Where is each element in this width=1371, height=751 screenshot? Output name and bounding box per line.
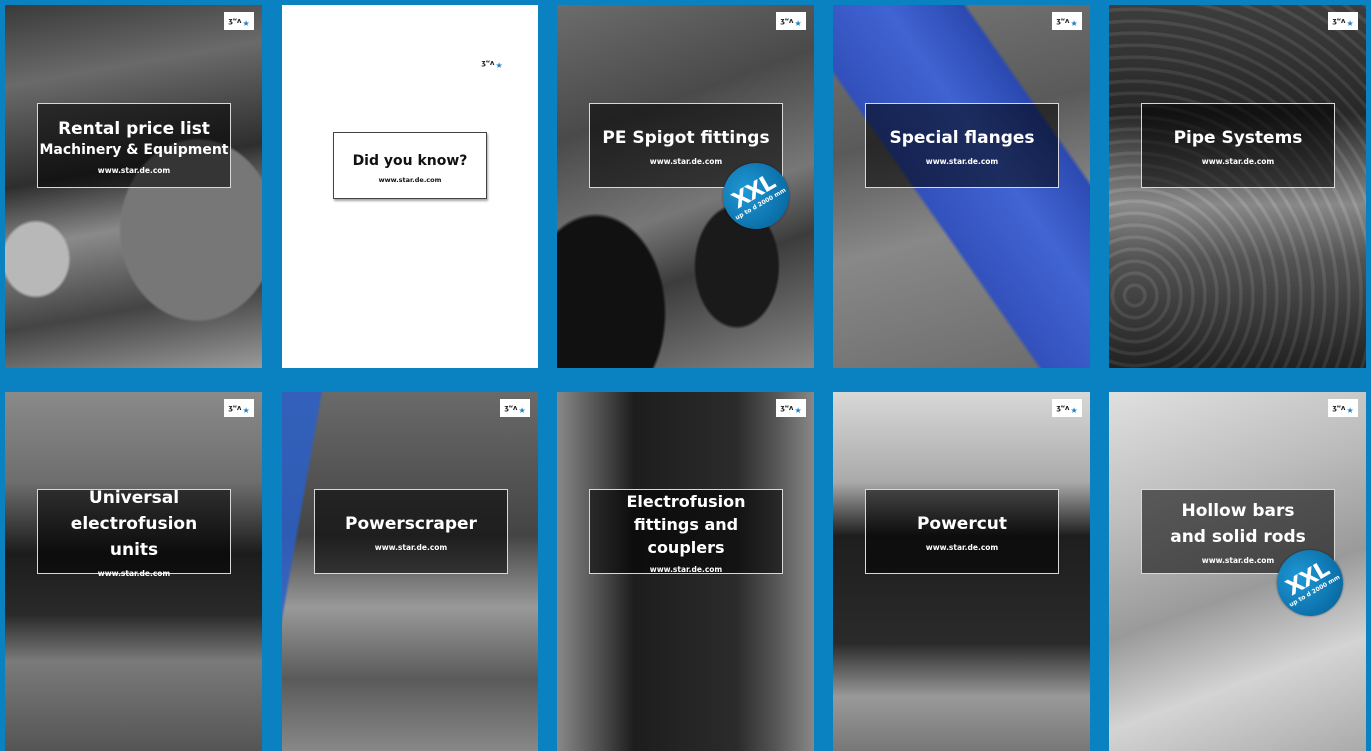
star-logo: ʒʷʌ ★: [1052, 399, 1082, 417]
card-title: Pipe Systems: [1173, 128, 1303, 148]
card-url: www.star.de.com: [378, 175, 442, 184]
card-label: Powerscraper www.star.de.com: [314, 489, 508, 574]
brochure-card-hollow-bars[interactable]: ʒʷʌ ★ Hollow bars and solid rods www.star…: [1109, 392, 1366, 751]
star-logo: ʒʷʌ ★: [1328, 399, 1358, 417]
card-url: www.star.de.com: [1201, 556, 1275, 565]
brochure-card-powerscraper[interactable]: ʒʷʌ ★ Powerscraper www.star.de.com: [282, 392, 538, 751]
star-logo: ʒʷʌ ★: [477, 54, 507, 72]
star-logo: ʒʷʌ ★: [776, 12, 806, 30]
star-logo: ʒʷʌ ★: [224, 12, 254, 30]
star-logo: ʒʷʌ ★: [1052, 12, 1082, 30]
brochure-card-special-flanges[interactable]: ʒʷʌ ★ Special flanges www.star.de.com: [833, 5, 1090, 368]
card-title: Powerscraper: [345, 514, 477, 534]
card-title: Rental price list: [58, 119, 210, 139]
brochure-card-universal-electrofusion-units[interactable]: ʒʷʌ ★ Universal electrofusion units www.s…: [5, 392, 262, 751]
card-title: Powercut: [916, 514, 1008, 534]
card-label: Did you know? www.star.de.com: [333, 132, 487, 199]
card-url: www.star.de.com: [1201, 157, 1275, 166]
card-title: Did you know?: [352, 152, 468, 169]
card-title: Electrofusion fittings and couplers: [626, 491, 746, 557]
brochure-card-powercut[interactable]: ʒʷʌ ★ Powercut www.star.de.com: [833, 392, 1090, 751]
brochure-card-pipe-systems[interactable]: ʒʷʌ ★ Pipe Systems www.star.de.com: [1109, 5, 1366, 368]
card-url: www.star.de.com: [925, 543, 999, 552]
card-url: www.star.de.com: [649, 564, 723, 574]
star-logo: ʒʷʌ ★: [500, 399, 530, 417]
brochure-card-pe-spigot-fittings[interactable]: ʒʷʌ ★ PE Spigot fittings www.star.de.com …: [557, 5, 814, 368]
card-title: Special flanges: [889, 128, 1035, 148]
card-subtitle: Machinery & Equipment: [39, 142, 229, 158]
brochure-card-rental-price-list[interactable]: ʒʷʌ ★ Rental price list Machinery & Equip…: [5, 5, 262, 368]
card-label: Special flanges www.star.de.com: [865, 103, 1059, 188]
card-label: Pipe Systems www.star.de.com: [1141, 103, 1335, 188]
brochure-card-did-you-know[interactable]: ʒʷʌ ★ Did you know? www.star.de.com: [282, 5, 538, 368]
brochure-card-electrofusion-fittings[interactable]: ʒʷʌ ★ Electrofusion fittings and couplers…: [557, 392, 814, 751]
card-label: Universal electrofusion units www.star.d…: [37, 488, 231, 578]
card-title: Universal electrofusion units: [70, 488, 198, 560]
card-url: www.star.de.com: [925, 157, 999, 166]
star-logo: ʒʷʌ ★: [776, 399, 806, 417]
card-url: www.star.de.com: [649, 157, 723, 166]
star-logo: ʒʷʌ ★: [224, 399, 254, 417]
card-title: PE Spigot fittings: [602, 128, 770, 148]
card-url: www.star.de.com: [97, 569, 171, 578]
card-label: Electrofusion fittings and couplers www.…: [589, 489, 783, 574]
card-url: www.star.de.com: [97, 166, 171, 175]
card-title: Hollow bars and solid rods: [1170, 501, 1306, 547]
card-label: Rental price list Machinery & Equipment …: [37, 103, 231, 188]
card-url: www.star.de.com: [374, 543, 448, 552]
star-logo: ʒʷʌ ★: [1328, 12, 1358, 30]
card-label: Powercut www.star.de.com: [865, 489, 1059, 574]
